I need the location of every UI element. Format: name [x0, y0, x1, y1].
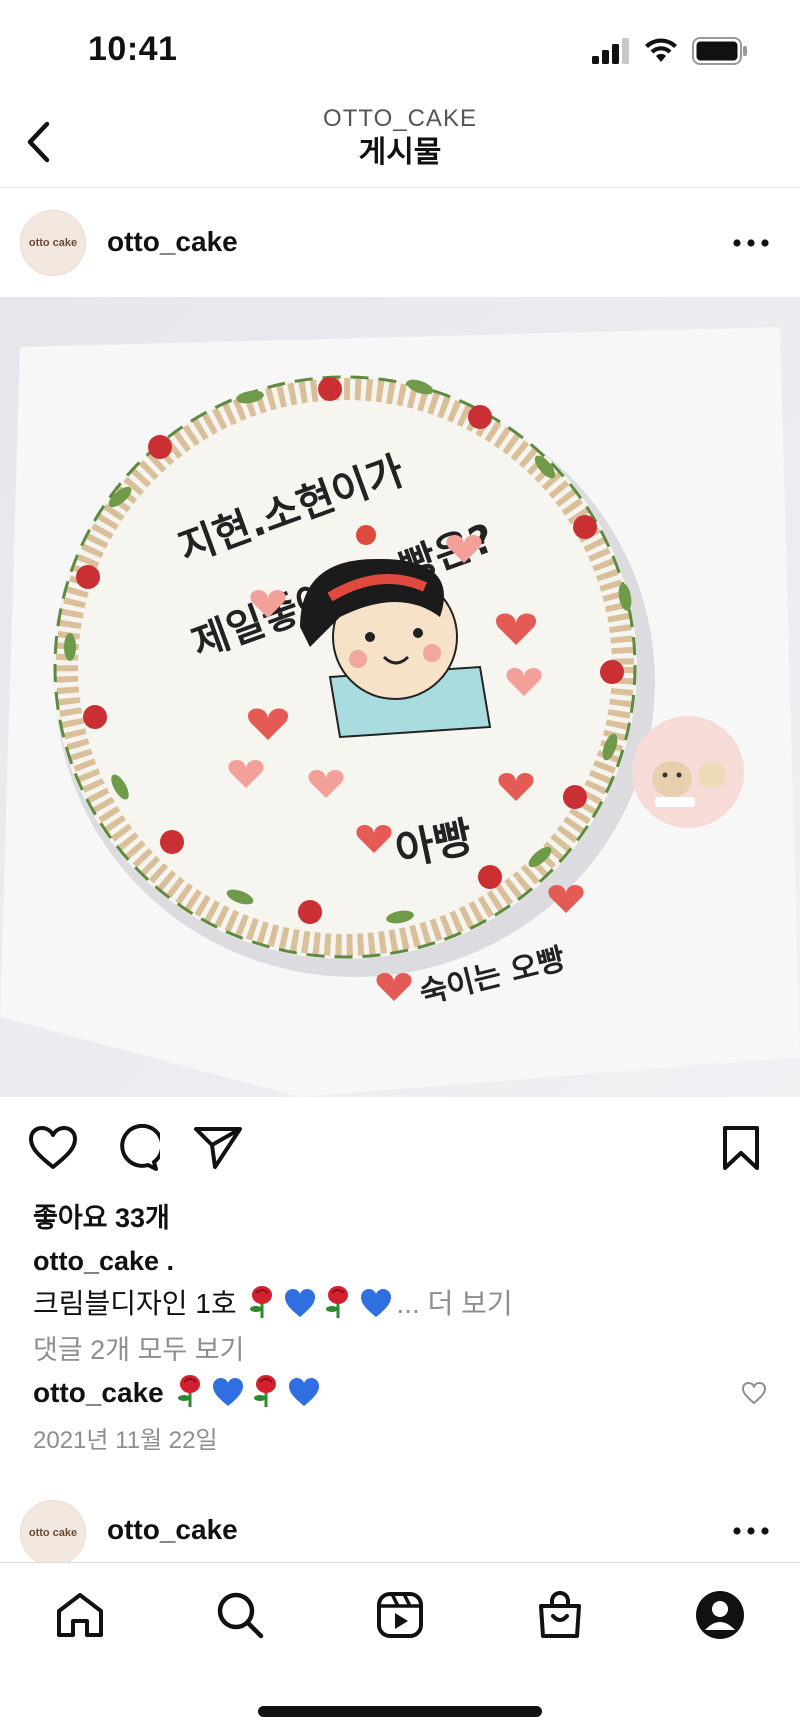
status-bar: 10:41	[0, 0, 800, 100]
home-icon	[57, 1593, 103, 1637]
nav-subtitle: OTTO_CAKE	[323, 105, 477, 132]
comment-item: otto_cake	[33, 1374, 324, 1409]
share-button[interactable]	[190, 1120, 246, 1176]
status-icons	[592, 36, 748, 66]
more-horizontal-icon	[733, 239, 769, 247]
comment-like-button[interactable]	[738, 1378, 770, 1408]
more-options-button[interactable]	[728, 1516, 774, 1546]
reels-icon	[377, 1592, 423, 1638]
heart-icon	[29, 1126, 77, 1169]
caption-text: 크림블디자인 1호	[33, 1288, 237, 1319]
post-header: otto cake otto_cake	[0, 190, 800, 296]
like-button[interactable]	[25, 1120, 81, 1176]
search-icon	[217, 1592, 264, 1639]
profile-icon	[696, 1591, 744, 1639]
tab-profile[interactable]	[690, 1585, 750, 1645]
rose-icon	[253, 1375, 276, 1407]
next-post-username[interactable]: otto_cake	[107, 1514, 238, 1546]
caption-more-link[interactable]: ... 더 보기	[396, 1288, 512, 1319]
wifi-icon	[645, 38, 677, 62]
comment-username[interactable]: otto_cake	[33, 1377, 164, 1408]
avatar-logo-text: otto cake	[28, 1527, 78, 1539]
avatar[interactable]: otto cake	[20, 210, 86, 276]
tab-reels[interactable]	[370, 1585, 430, 1645]
tab-home[interactable]	[50, 1585, 110, 1645]
blue-heart-icon	[361, 1289, 392, 1317]
battery-icon	[692, 37, 747, 65]
blue-heart-icon	[285, 1289, 316, 1317]
more-options-button[interactable]	[728, 228, 774, 258]
nav-titles: OTTO_CAKE 게시물	[0, 104, 800, 172]
send-icon	[194, 1127, 242, 1169]
nav-header: OTTO_CAKE 게시물	[0, 100, 800, 188]
blue-heart-icon	[288, 1378, 319, 1406]
caption-username[interactable]: otto_cake .	[33, 1246, 174, 1277]
page-title: 게시물	[358, 136, 442, 169]
shop-icon	[539, 1591, 581, 1638]
next-post-header: otto cake otto_cake	[0, 1500, 800, 1566]
avatar[interactable]: otto cake	[20, 1500, 86, 1566]
caption: 크림블디자인 1호 ... 더 보기	[33, 1282, 513, 1322]
bookmark-icon	[723, 1126, 759, 1170]
tab-search[interactable]	[210, 1585, 270, 1645]
more-horizontal-icon	[733, 1527, 769, 1535]
blue-heart-icon	[212, 1378, 243, 1406]
home-indicator	[258, 1706, 542, 1717]
heart-icon	[741, 1381, 767, 1405]
post-actions	[0, 1120, 800, 1180]
post-image[interactable]: 지현.소현이가 제일좋아하는빵은? 아빵 숙이는 오빵	[0, 297, 800, 1097]
signal-icon	[592, 38, 629, 64]
post-username[interactable]: otto_cake	[107, 226, 238, 258]
rose-icon	[177, 1375, 200, 1407]
status-time: 10:41	[88, 30, 178, 68]
rose-icon	[326, 1286, 349, 1318]
comment-button[interactable]	[108, 1120, 164, 1176]
comment-icon	[120, 1124, 160, 1171]
cake-photo: 지현.소현이가 제일좋아하는빵은? 아빵 숙이는 오빵	[0, 297, 800, 1097]
post-date: 2021년 11월 22일	[33, 1427, 218, 1454]
view-all-comments-link[interactable]: 댓글 2개 모두 보기	[33, 1328, 244, 1367]
tab-shop[interactable]	[530, 1585, 590, 1645]
save-button[interactable]	[713, 1120, 769, 1176]
rose-icon	[250, 1286, 273, 1318]
like-count[interactable]: 좋아요 33개	[33, 1196, 170, 1235]
avatar-logo-text: otto cake	[28, 237, 78, 249]
tab-bar	[0, 1562, 800, 1732]
